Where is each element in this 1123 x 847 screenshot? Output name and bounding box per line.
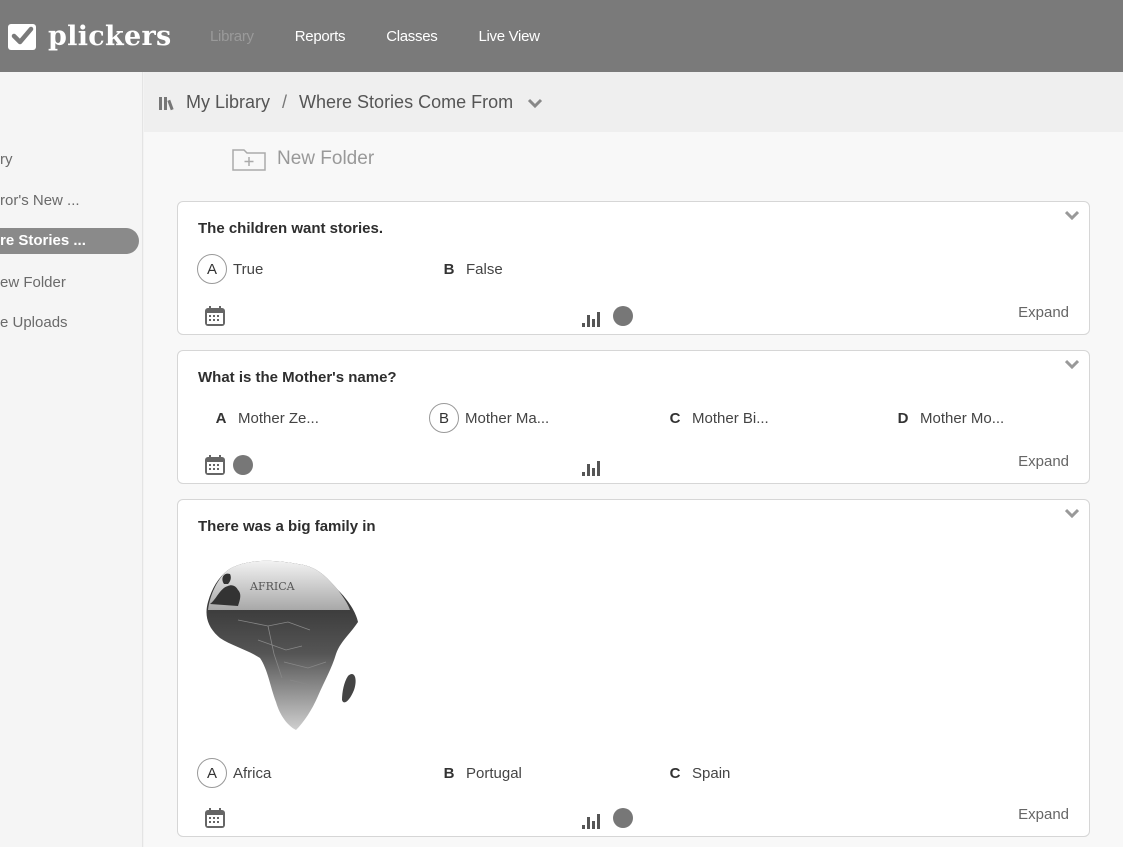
choice-d: D Mother Mo...: [894, 410, 1005, 427]
choice-text: True: [233, 260, 264, 278]
calendar-icon[interactable]: [204, 454, 226, 476]
question-card-2[interactable]: What is the Mother's name? A Mother Ze..…: [177, 350, 1090, 484]
choice-c: C Mother Bi...: [666, 410, 769, 427]
chevron-down-icon[interactable]: [527, 97, 543, 109]
choice-letter: A: [197, 254, 227, 284]
nav-library[interactable]: Library: [210, 28, 254, 45]
expand-button[interactable]: Expand: [1018, 453, 1069, 470]
choice-text: Mother Ma...: [465, 409, 550, 427]
main-nav: Library Reports Classes Live View: [210, 28, 581, 45]
calendar-icon[interactable]: [204, 305, 226, 327]
choice-text: Africa: [233, 764, 272, 782]
chevron-down-icon[interactable]: [1065, 359, 1079, 369]
sidebar-item-uploads[interactable]: e Uploads: [0, 310, 68, 336]
top-nav-bar: plickers Library Reports Classes Live Vi…: [0, 0, 1123, 72]
choice-text: Portugal: [466, 765, 522, 782]
choice-text: Mother Mo...: [920, 410, 1005, 427]
choice-letter: B: [443, 261, 455, 278]
choice-text: Mother Bi...: [692, 410, 769, 427]
bar-chart-icon[interactable]: [582, 309, 608, 327]
breadcrumb: My Library / Where Stories Come From: [158, 92, 543, 113]
choice-letter: B: [443, 765, 455, 782]
library-icon: [159, 96, 174, 110]
sidebar-item-new-folder[interactable]: ew Folder: [0, 270, 66, 296]
choice-text: Mother Ze...: [238, 410, 319, 427]
nav-reports[interactable]: Reports: [295, 28, 346, 45]
chevron-down-icon[interactable]: [1065, 210, 1079, 220]
expand-button[interactable]: Expand: [1018, 806, 1069, 823]
folder-plus-icon: [232, 149, 266, 171]
question-card-1[interactable]: The children want stories. A True B Fals…: [177, 201, 1090, 335]
breadcrumb-current: Where Stories Come From: [299, 92, 514, 112]
status-dot: [233, 455, 253, 475]
plickers-logo[interactable]: plickers: [4, 18, 172, 54]
choice-letter: D: [897, 410, 909, 427]
nav-classes[interactable]: Classes: [386, 28, 438, 45]
breadcrumb-root[interactable]: My Library: [186, 92, 270, 113]
library-sidebar: ry ror's New ... re Stories ... ew Folde…: [0, 72, 143, 847]
chevron-down-icon[interactable]: [1065, 508, 1079, 518]
breadcrumb-bar: My Library / Where Stories Come From: [144, 72, 1123, 132]
map-label: AFRICA: [249, 580, 296, 593]
africa-map-image: AFRICA: [206, 560, 358, 730]
choice-text: Spain: [692, 765, 731, 782]
bar-chart-icon[interactable]: [582, 811, 608, 829]
choice-text: False: [466, 261, 503, 278]
question-text: The children want stories.: [198, 220, 384, 237]
question-card-3[interactable]: There was a big family in AFRICA A Afric…: [177, 499, 1090, 837]
calendar-icon[interactable]: [204, 807, 226, 829]
question-text: What is the Mother's name?: [198, 369, 397, 386]
choice-a: A Africa: [197, 758, 272, 788]
expand-button[interactable]: Expand: [1018, 304, 1069, 321]
logo-checkmark-icon: [8, 24, 36, 50]
choice-b: B Portugal: [440, 765, 522, 782]
choice-letter: A: [197, 758, 227, 788]
choice-letter: C: [669, 765, 681, 782]
sidebar-item-folder-1[interactable]: ror's New ...: [0, 188, 80, 214]
nav-live-view[interactable]: Live View: [478, 28, 540, 45]
choice-a: A True: [197, 254, 264, 284]
breadcrumb-separator: /: [282, 92, 288, 112]
choice-a: A Mother Ze...: [212, 410, 319, 427]
choice-letter: A: [215, 410, 227, 427]
sidebar-item-where-stories[interactable]: re Stories ...: [0, 228, 139, 254]
choice-b: B False: [440, 261, 503, 278]
choice-letter: C: [669, 410, 681, 427]
choice-letter: B: [429, 403, 459, 433]
sidebar-item-library[interactable]: ry: [0, 147, 13, 173]
question-text: There was a big family in: [198, 518, 376, 535]
choice-c: C Spain: [666, 765, 731, 782]
choice-b: B Mother Ma...: [429, 403, 550, 433]
brand-name: plickers: [48, 20, 172, 52]
bar-chart-icon[interactable]: [582, 458, 608, 476]
status-dot: [613, 306, 633, 326]
status-dot: [613, 808, 633, 828]
new-folder-label: New Folder: [277, 148, 375, 169]
new-folder-button[interactable]: New Folder: [231, 146, 374, 172]
